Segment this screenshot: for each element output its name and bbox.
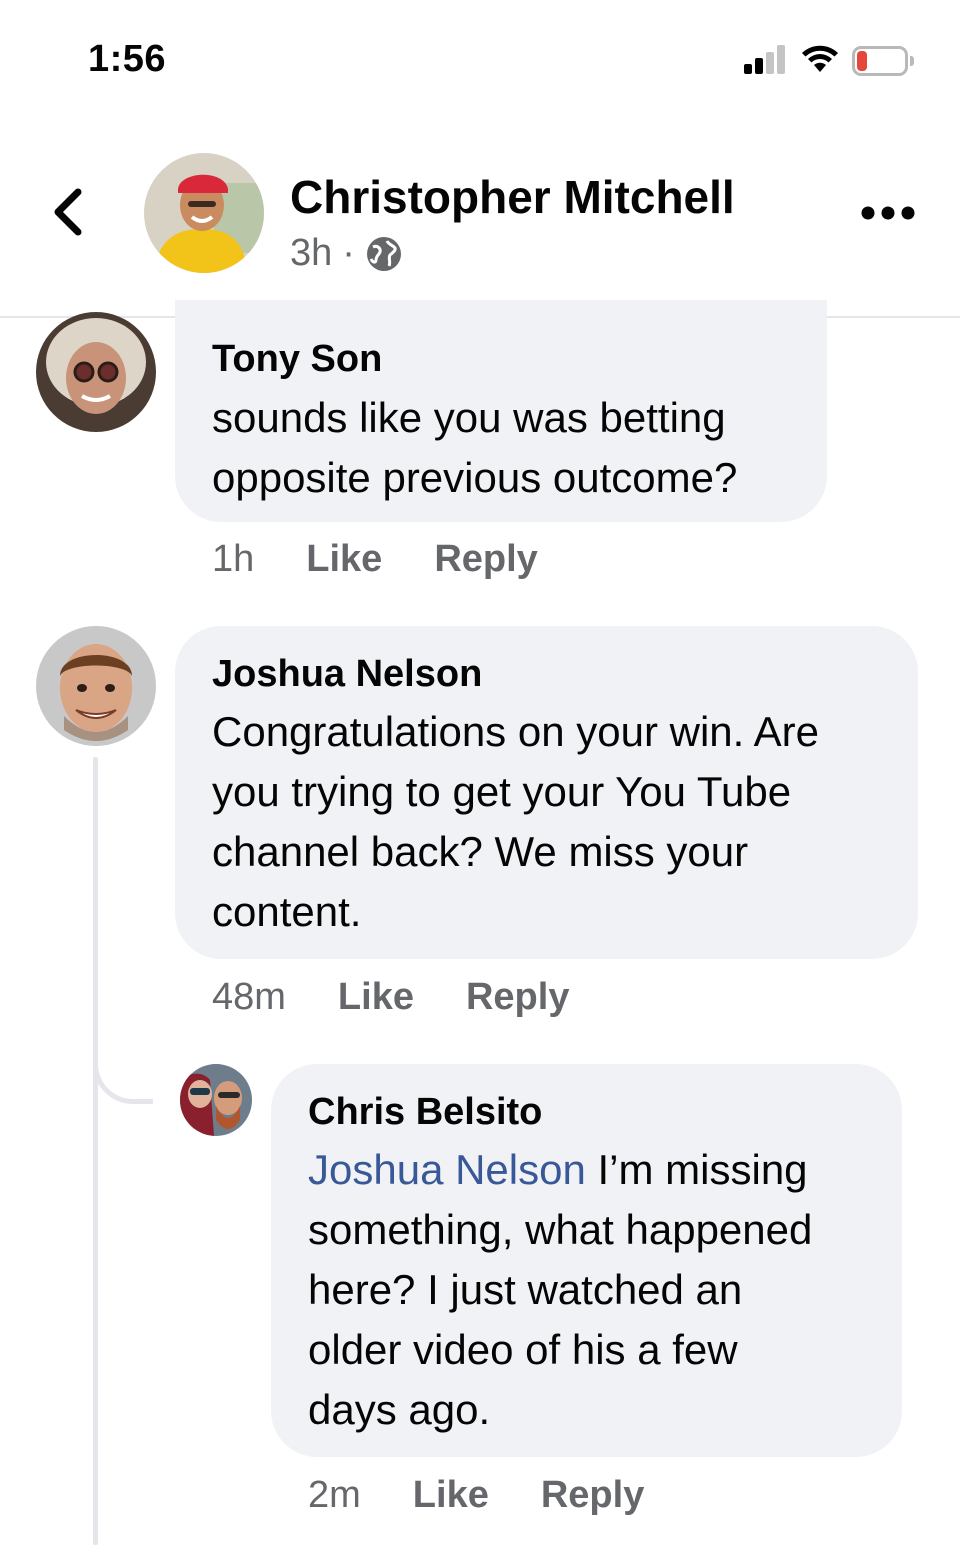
post-meta: 3h · [290, 232, 403, 275]
chevron-left-icon[interactable] [40, 180, 100, 240]
author-name[interactable]: Christopher Mitchell [290, 170, 735, 224]
commenter-avatar[interactable] [36, 312, 156, 432]
comment-time: 48m [212, 976, 286, 1018]
status-time: 1:56 [88, 38, 167, 80]
comment-text: Joshua Nelson I’m missing something, wha… [308, 1146, 813, 1433]
commenter-avatar[interactable] [36, 626, 156, 746]
comment-actions: 48m Like Reply [212, 976, 569, 1019]
comment-author[interactable]: Chris Belsito [308, 1091, 542, 1134]
cellular-signal-icon [744, 44, 786, 74]
reply-button[interactable]: Reply [466, 976, 569, 1019]
reply-button[interactable]: Reply [541, 1474, 644, 1517]
separator: · [342, 232, 355, 274]
globe-icon [366, 236, 401, 271]
comment-text: Congratulations on your win. Are you try… [212, 708, 820, 935]
more-horizontal-icon[interactable] [860, 198, 916, 228]
comment-author[interactable]: Joshua Nelson [212, 653, 482, 696]
mention-link[interactable]: Joshua Nelson [308, 1146, 586, 1193]
comment-text: sounds like you was betting opposite pre… [212, 394, 738, 501]
status-bar: 1:56 11 [0, 0, 960, 120]
post-time: 3h [290, 232, 333, 274]
thread-line [93, 757, 98, 1545]
author-avatar[interactable] [144, 153, 264, 273]
comment-time: 2m [308, 1474, 361, 1516]
like-button[interactable]: Like [306, 538, 382, 581]
comment-actions: 1h Like Reply [212, 538, 538, 581]
comment-author[interactable]: Tony Son [212, 338, 382, 381]
battery-percent: 11 [868, 48, 892, 73]
comment-time: 1h [212, 538, 255, 580]
battery-cap [910, 56, 914, 66]
comment-actions: 2m Like Reply [308, 1474, 644, 1517]
post-header: Christopher Mitchell 3h · [0, 120, 960, 318]
battery-icon: 11 [852, 46, 908, 76]
wifi-icon [802, 45, 838, 72]
like-button[interactable]: Like [338, 976, 414, 1019]
reply-button[interactable]: Reply [434, 538, 537, 581]
commenter-avatar[interactable] [180, 1064, 252, 1136]
like-button[interactable]: Like [413, 1474, 489, 1517]
thread-connector [93, 1040, 153, 1104]
